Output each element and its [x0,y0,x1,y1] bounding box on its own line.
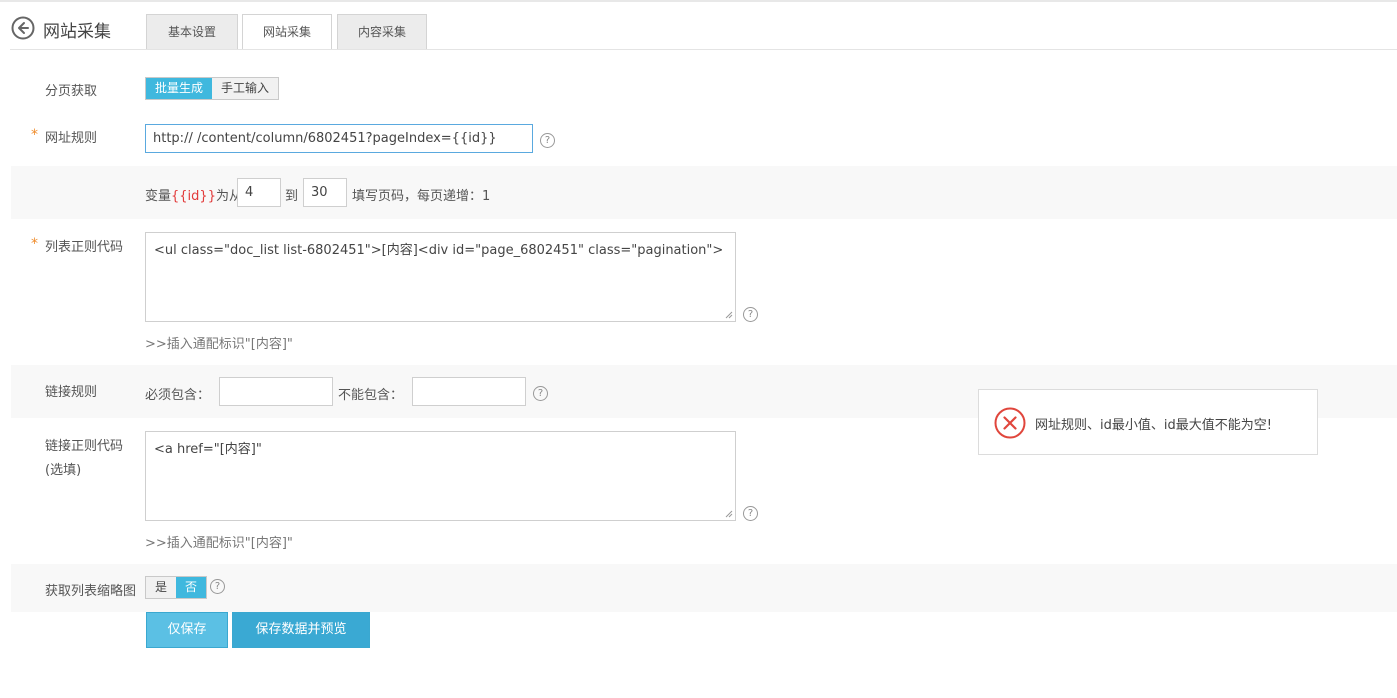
tab-content-collect[interactable]: 内容采集 [337,14,427,50]
back-arrow-icon[interactable] [11,16,35,40]
url-rule-help-icon[interactable]: ? [540,133,555,148]
list-regex-textarea[interactable]: <ul class="doc_list list-6802451">[内容]<d… [145,232,736,322]
link-regex-label: 链接正则代码 [45,439,124,454]
save-preview-button[interactable]: 保存数据并预览 [232,612,370,648]
link-regex-help-icon[interactable]: ? [743,506,758,521]
paging-row: 分页获取 批量生成 手工输入 [11,64,1397,110]
variable-from-input[interactable]: 4 [237,178,281,207]
link-regex-optional: (选填) [45,463,82,478]
thumbnail-option-yes[interactable]: 是 [146,577,177,598]
url-rule-input[interactable]: http:// /content/column/6802451?pageInde… [145,124,533,153]
page-title: 网站采集 [43,22,111,42]
variable-prefix: 变量 [145,189,172,204]
must-contain-label: 必须包含： [145,388,211,403]
paging-option-batch[interactable]: 批量生成 [146,78,213,99]
link-regex-insert-link[interactable]: >>插入通配标识"[内容]" [145,532,293,551]
url-rule-row: * 网址规则 http:// /content/column/6802451?p… [11,111,1397,165]
cannot-contain-input[interactable] [412,377,526,406]
list-regex-label: 列表正则代码 [45,240,124,255]
variable-text: 变量{{id}}为从 [145,185,242,204]
tab-website-collect[interactable]: 网站采集 [242,14,332,50]
link-regex-value: <a href="[内容]" [154,442,262,457]
link-regex-textarea[interactable]: <a href="[内容]" [145,431,736,521]
url-rule-label: 网址规则 [45,131,98,146]
thumbnail-toggle: 是 否 [145,576,208,599]
error-toast: 网址规则、id最小值、id最大值不能为空! [978,389,1318,455]
variable-to-input[interactable]: 30 [303,178,347,207]
paging-label: 分页获取 [45,84,98,99]
list-regex-insert-link[interactable]: >>插入通配标识"[内容]" [145,333,293,352]
required-mark: * [31,127,38,143]
variable-row: 变量{{id}}为从 4 到 30 填写页码，每页递增：1 [11,166,1397,219]
variable-suffix: 填写页码，每页递增：1 [352,189,491,204]
list-regex-help-icon[interactable]: ? [743,307,758,322]
link-rule-help-icon[interactable]: ? [533,386,548,401]
cannot-contain-label: 不能包含： [338,388,404,403]
list-regex-row: * 列表正则代码 <ul class="doc_list list-680245… [11,220,1397,364]
tab-divider [10,49,1397,50]
thumbnail-row: 获取列表缩略图 是 否 ? [11,564,1397,612]
error-message: 网址规则、id最小值、id最大值不能为空! [1035,418,1272,433]
paging-option-manual[interactable]: 手工输入 [212,78,279,99]
paging-toggle: 批量生成 手工输入 [145,77,280,100]
variable-to-text: 到 [285,189,299,204]
link-rule-label: 链接规则 [45,385,98,400]
resize-handle-icon[interactable] [725,510,733,518]
variable-name: {{id}} [171,189,216,204]
thumbnail-option-no[interactable]: 否 [176,577,207,598]
tab-basic-settings[interactable]: 基本设置 [146,14,238,50]
must-contain-input[interactable] [219,377,333,406]
resize-handle-icon[interactable] [725,311,733,319]
save-only-button[interactable]: 仅保存 [146,612,228,648]
error-icon [994,407,1026,439]
thumbnail-help-icon[interactable]: ? [210,579,225,594]
list-regex-value: <ul class="doc_list list-6802451">[内容]<d… [154,243,724,258]
top-border [0,0,1397,2]
thumbnail-label: 获取列表缩略图 [45,584,137,599]
required-mark: * [31,236,38,252]
